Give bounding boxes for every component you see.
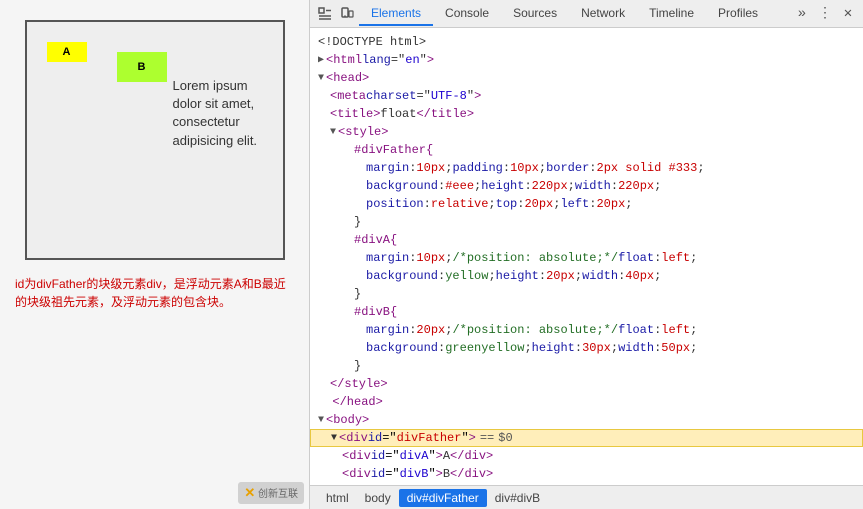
code-line: margin:10px; padding: 10px; border: 2px … (310, 159, 863, 177)
demo-panel: A B Lorem ipsum dolor sit amet, consecte… (0, 0, 310, 509)
code-area[interactable]: <!DOCTYPE html> ▶ <html lang="en" > ▼ <h… (310, 28, 863, 485)
code-line: background: yellow; height: 20px; width:… (310, 267, 863, 285)
code-line: #divA{ (310, 231, 863, 249)
description-text: id为divFather的块级元素div，是浮动元素A和B最近的块级祖先元素，及… (10, 275, 299, 311)
device-icon[interactable] (337, 4, 357, 24)
devtools-panel: Elements Console Sources Network Timelin… (310, 0, 863, 509)
tab-sources[interactable]: Sources (501, 2, 569, 26)
code-line: position: relative; top: 20px; left: 20p… (310, 195, 863, 213)
breadcrumb-body[interactable]: body (357, 489, 399, 507)
code-line: margin: 20px; /*position: absolute;*/ fl… (310, 321, 863, 339)
breadcrumb-divb[interactable]: div#divB (487, 489, 548, 507)
code-line: <div id="divB" >B</div> (310, 465, 863, 483)
lorem-text: Lorem ipsum dolor sit amet, consectetur … (173, 77, 273, 150)
code-line: #divB{ (310, 303, 863, 321)
tab-elements[interactable]: Elements (359, 2, 433, 26)
code-line: <meta charset="UTF-8" > (310, 87, 863, 105)
selected-element-line[interactable]: ▼ <div id="divFather" > == $0 (310, 429, 863, 447)
code-line: #divFather{ (310, 141, 863, 159)
settings-icon[interactable]: ⋮ (815, 4, 835, 24)
close-devtools-icon[interactable]: ✕ (838, 4, 858, 24)
code-line: <div id="divA" >A</div> (310, 447, 863, 465)
code-line: background: greenyellow; height: 30px; w… (310, 339, 863, 357)
code-line: <title>float</title> (310, 105, 863, 123)
breadcrumb-html[interactable]: html (318, 489, 357, 507)
code-line: <!DOCTYPE html> (310, 33, 863, 51)
code-line: ▶ <html lang="en" > (310, 51, 863, 69)
breadcrumb-divfather[interactable]: div#divFather (399, 489, 487, 507)
div-b: B (117, 52, 167, 82)
code-line: </head> (310, 393, 863, 411)
code-line: </style> (310, 375, 863, 393)
code-line: margin: 10px; /*position: absolute;*/ fl… (310, 249, 863, 267)
code-line: ▼ <style> (310, 123, 863, 141)
code-line: background: #eee; height: 220px; width: … (310, 177, 863, 195)
tab-timeline[interactable]: Timeline (637, 2, 706, 26)
tab-network[interactable]: Network (569, 2, 637, 26)
code-line: } (310, 357, 863, 375)
div-a: A (47, 42, 87, 62)
code-line: } (310, 285, 863, 303)
more-tabs-icon[interactable]: » (792, 4, 812, 24)
tab-profiles[interactable]: Profiles (706, 2, 770, 26)
demo-box: A B Lorem ipsum dolor sit amet, consecte… (25, 20, 285, 260)
inspect-icon[interactable] (315, 4, 335, 24)
code-line: ▼ <body> (310, 411, 863, 429)
code-line: ▼ <head> (310, 69, 863, 87)
toolbar-more: » ⋮ ✕ (792, 4, 858, 24)
code-line: } (310, 213, 863, 231)
devtools-toolbar: Elements Console Sources Network Timelin… (310, 0, 863, 28)
devtools-breadcrumb: html body div#divFather div#divB (310, 485, 863, 509)
tab-console[interactable]: Console (433, 2, 501, 26)
devtools-tabs: Elements Console Sources Network Timelin… (359, 2, 790, 26)
watermark: ✕ 创新互联 (238, 482, 304, 504)
